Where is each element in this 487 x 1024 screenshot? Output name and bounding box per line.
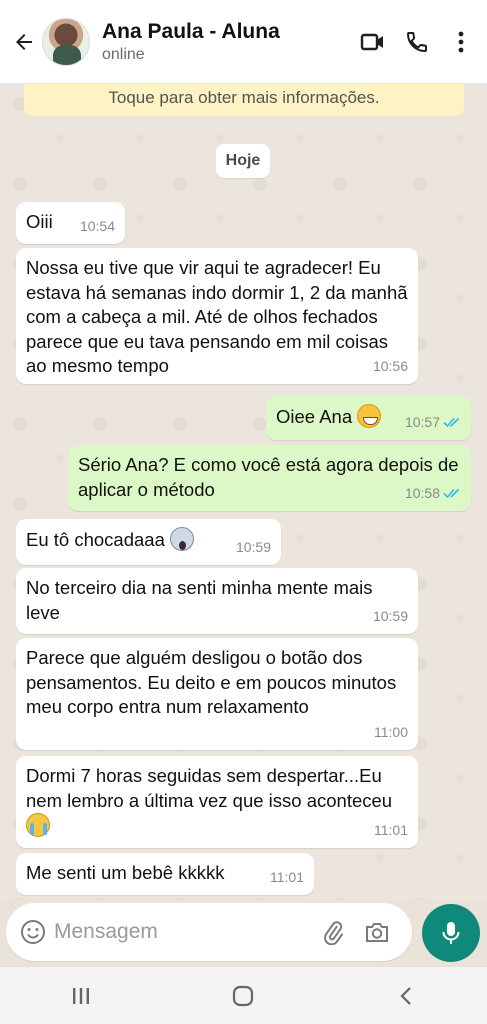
camera-icon: [366, 923, 388, 942]
message-text: Eu tô chocadaaa: [26, 529, 165, 550]
video-call-button[interactable]: [351, 20, 395, 64]
message-bubble[interactable]: Sério Ana? E como você está agora depois…: [68, 445, 471, 511]
video-camera-icon: [360, 33, 383, 50]
microphone-icon: [442, 922, 460, 944]
double-check-read-icon: [443, 417, 460, 427]
chat-header: Ana Paula - Aluna online: [0, 0, 487, 84]
grinning-face-emoji: [357, 404, 382, 428]
message-text: Nossa eu tive que vir aqui te agradecer!…: [26, 257, 408, 376]
message-input[interactable]: [54, 920, 314, 944]
message-time: 10:58: [404, 484, 440, 501]
emoji-button[interactable]: [20, 919, 46, 945]
recent-apps-button[interactable]: [51, 972, 111, 1020]
avatar[interactable]: [42, 17, 90, 66]
message-bubble[interactable]: Oiii 10:54: [16, 202, 125, 244]
phone-icon: [406, 31, 427, 52]
more-options-button[interactable]: [439, 20, 483, 64]
message-text: Oiii: [26, 211, 53, 232]
message-bubble[interactable]: Me senti um bebê kkkkk 11:01: [16, 853, 314, 895]
contact-info[interactable]: Ana Paula - Aluna online: [102, 19, 351, 65]
home-button[interactable]: [213, 972, 273, 1020]
message-text: No terceiro dia na senti minha mente mai…: [26, 577, 373, 623]
message-time: 10:56: [372, 357, 408, 374]
home-icon: [233, 985, 254, 1006]
arrow-left-icon: [16, 33, 32, 50]
message-composer: [0, 900, 487, 966]
message-input-box[interactable]: [6, 903, 412, 961]
recents-icon: [73, 987, 90, 1004]
message-text: Me senti um bebê kkkkk: [26, 862, 225, 883]
chevron-left-icon: [400, 986, 411, 1005]
message-bubble[interactable]: No terceiro dia na senti minha mente mai…: [16, 568, 418, 634]
message-text: Oiee Ana: [276, 406, 353, 427]
message-bubble[interactable]: Eu tô chocadaaa 10:59: [16, 519, 281, 565]
message-bubble[interactable]: Oiee Ana 10:57: [266, 396, 471, 440]
contact-name: Ana Paula - Aluna: [102, 19, 280, 43]
message-text: Dormi 7 horas seguidas sem despertar...E…: [26, 765, 393, 811]
encryption-notice[interactable]: Toque para obter mais informações.: [24, 84, 464, 116]
message-time: 11:01: [374, 821, 408, 838]
back-nav-button[interactable]: [376, 972, 436, 1020]
message-time: 10:57: [404, 413, 440, 430]
double-check-read-icon: [443, 488, 460, 498]
message-bubble[interactable]: Dormi 7 horas seguidas sem despertar...E…: [16, 756, 418, 848]
contact-status: online: [102, 45, 145, 63]
smiley-icon: [21, 920, 45, 944]
message-time: 10:54: [79, 217, 115, 234]
message-list[interactable]: Toque para obter mais informações. Hoje …: [0, 84, 487, 900]
voice-call-button[interactable]: [395, 20, 439, 64]
camera-button[interactable]: [364, 920, 390, 944]
message-time: 10:59: [235, 538, 271, 555]
message-time: 10:59: [372, 607, 408, 624]
attach-button[interactable]: [320, 919, 346, 945]
message-bubble[interactable]: Nossa eu tive que vir aqui te agradecer!…: [16, 248, 418, 384]
voice-message-button[interactable]: [422, 904, 480, 962]
screaming-face-emoji: [170, 527, 194, 551]
paperclip-icon: [324, 921, 344, 945]
kebab-menu-icon: [458, 31, 464, 52]
message-time: 11:00: [374, 723, 408, 740]
message-bubble[interactable]: Parece que alguém desligou o botão dos p…: [16, 638, 418, 750]
message-time: 11:01: [270, 868, 304, 885]
back-button[interactable]: [4, 22, 44, 62]
message-text: Sério Ana? E como você está agora depois…: [78, 454, 459, 500]
notice-text: Toque para obter mais informações.: [108, 88, 380, 107]
system-navigation-bar: [0, 966, 487, 1024]
message-text: Parece que alguém desligou o botão dos p…: [26, 647, 397, 717]
date-divider: Hoje: [216, 144, 270, 178]
loudly-crying-face-emoji: [26, 813, 50, 837]
